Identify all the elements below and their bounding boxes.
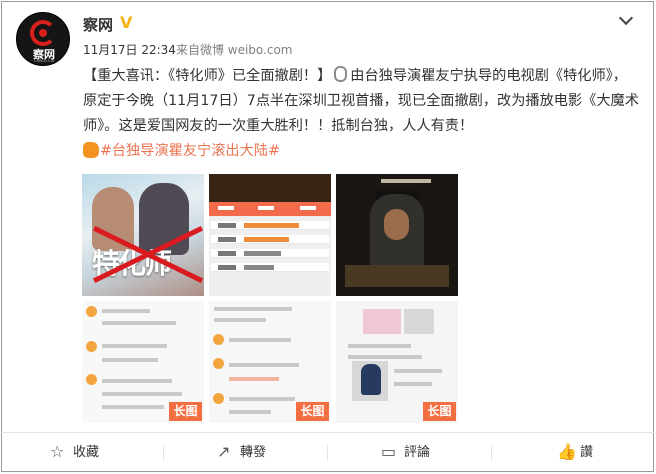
schedule-time-mark [218, 251, 236, 256]
comment-avatar [86, 306, 97, 317]
comment-line [229, 338, 291, 342]
post-meta: 11月17日 22:34来自微博 weibo.com [83, 41, 292, 58]
schedule-row [211, 263, 329, 272]
avatar-logo-url: CWZG.CN [34, 58, 54, 63]
repost-button[interactable]: ↗ 轉發 [217, 443, 277, 463]
schedule-tab-marker [300, 206, 316, 210]
mini-photo [404, 309, 434, 334]
comment-line [394, 369, 442, 373]
microphone-icon [334, 66, 348, 82]
repost-icon: ↗ [217, 442, 231, 461]
comment-button[interactable]: ▭ 評論 [381, 443, 443, 463]
verified-v-icon: V [120, 13, 133, 32]
comment-avatar [213, 393, 224, 404]
chevron-down-icon[interactable] [618, 10, 634, 26]
post-text: 【重大喜讯：《特化师》已全面撤剧！】 由台独导演瞿友宁执导的电视剧《特化师》，原定… [83, 64, 641, 164]
image-thumbnail-comments-3[interactable]: 长图 [336, 301, 458, 423]
movie-desk [345, 265, 449, 287]
weibo-post-card: 察网 CWZG.CN 察网 V 11月17日 22:34来自微博 weibo.c… [1, 1, 654, 472]
schedule-banner [209, 174, 331, 202]
schedule-title-mark [244, 237, 289, 242]
comment-avatar [213, 334, 224, 345]
mini-photo-pink [363, 309, 401, 334]
long-image-badge: 长图 [296, 402, 329, 421]
action-divider [327, 445, 328, 461]
comment-line [102, 358, 158, 362]
comment-line [102, 344, 167, 348]
comment-line [102, 309, 150, 313]
comment-line [214, 318, 266, 322]
comment-avatar [213, 358, 224, 369]
thumbs-up-icon: 👍 [557, 442, 577, 461]
comment-line [102, 405, 164, 409]
comment-icon: ▭ [381, 442, 397, 461]
comment-line [229, 377, 279, 381]
repost-label: 轉發 [240, 445, 267, 460]
author-avatar[interactable]: 察网 CWZG.CN [16, 12, 70, 66]
schedule-tab-marker [218, 206, 234, 210]
comment-line [229, 363, 299, 367]
actor-face [384, 209, 409, 240]
schedule-row [211, 235, 329, 244]
schedule-row [211, 221, 329, 230]
post-action-bar: ☆ 收藏 ↗ 轉發 ▭ 評論 👍 讚 [1, 432, 654, 472]
camera-logo-dot-icon [39, 29, 47, 37]
comment-line [348, 344, 411, 348]
hashtag-link[interactable]: #台独导演瞿友宁滚出大陆# [100, 143, 280, 159]
comment-label: 評論 [404, 445, 431, 460]
schedule-time-mark [218, 265, 236, 270]
schedule-time-mark [218, 223, 236, 228]
action-divider [491, 445, 492, 461]
image-grid: 特化师 [82, 174, 458, 426]
schedule-title-mark [244, 251, 281, 256]
like-button[interactable]: 👍 讚 [557, 443, 605, 463]
image-thumbnail-schedule[interactable] [209, 174, 331, 296]
long-image-badge: 长图 [423, 402, 456, 421]
comment-line [348, 355, 422, 359]
image-thumbnail-comments-1[interactable]: 长图 [82, 301, 204, 423]
post-headline: 【重大喜讯：《特化师》已全面撤剧！】 [83, 68, 332, 84]
comment-line [394, 382, 432, 386]
post-source[interactable]: 来自微博 weibo.com [176, 43, 293, 57]
favorite-button[interactable]: ☆ 收藏 [50, 443, 107, 463]
comment-line [214, 307, 292, 311]
comment-line [102, 321, 176, 325]
image-thumbnail-movie-still[interactable] [336, 174, 458, 296]
action-divider [163, 445, 164, 461]
comment-line [102, 392, 182, 396]
movie-still-caption [381, 179, 431, 183]
comment-avatar [86, 374, 97, 385]
image-thumbnail-poster[interactable]: 特化师 [82, 174, 204, 296]
mini-person [361, 364, 381, 395]
fist-emoji-icon [83, 142, 99, 158]
comment-line [229, 397, 295, 401]
comment-avatar [86, 341, 97, 352]
schedule-title-mark [244, 265, 274, 270]
author-name[interactable]: 察网 [83, 14, 113, 35]
like-label: 讚 [580, 445, 594, 460]
comment-line [229, 410, 271, 414]
schedule-time-mark [218, 237, 236, 242]
schedule-row [211, 249, 329, 258]
image-thumbnail-comments-2[interactable]: 长图 [209, 301, 331, 423]
schedule-title-mark [244, 223, 299, 228]
favorite-label: 收藏 [73, 445, 100, 460]
schedule-tab-marker [258, 206, 274, 210]
comment-line [102, 379, 172, 383]
long-image-badge: 长图 [169, 402, 202, 421]
star-outline-icon: ☆ [50, 442, 65, 461]
post-time[interactable]: 11月17日 22:34 [83, 43, 176, 57]
